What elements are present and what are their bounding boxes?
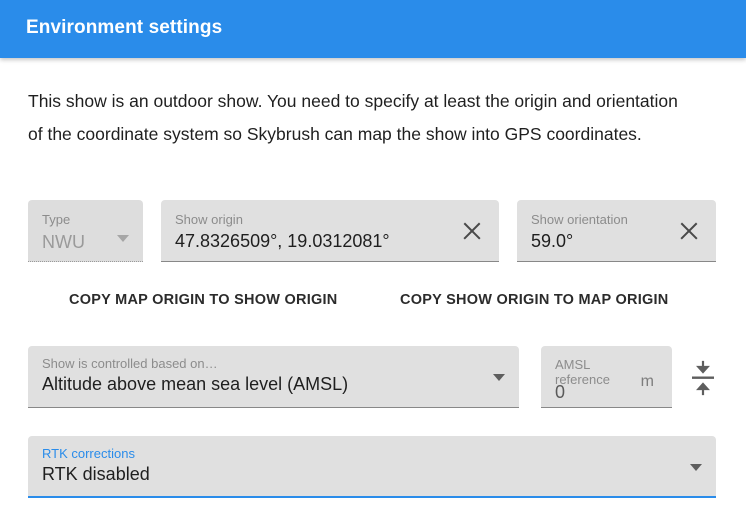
type-value: NWU	[42, 232, 85, 252]
show-orientation-value[interactable]: 59.0°	[531, 231, 573, 252]
vertical-compress-icon	[692, 360, 714, 396]
chevron-down-icon	[117, 235, 129, 242]
amsl-reference-unit: m	[640, 373, 654, 390]
page-title: Environment settings	[26, 17, 223, 38]
rtk-corrections-select[interactable]: RTK corrections RTK disabled	[28, 436, 716, 498]
show-orientation-field[interactable]: Show orientation 59.0°	[517, 200, 716, 262]
vertical-compress-icon-button[interactable]	[686, 358, 720, 398]
dialog-titlebar: Environment settings	[0, 0, 746, 58]
show-origin-value[interactable]: 47.8326509°, 19.0312081°	[175, 231, 390, 252]
altitude-reference-value: Altitude above mean sea level (AMSL)	[42, 374, 349, 394]
altitude-reference-select[interactable]: Show is controlled based on… Altitude ab…	[28, 346, 519, 408]
rtk-corrections-label: RTK corrections	[42, 446, 135, 461]
amsl-reference-label: AMSL reference	[555, 357, 610, 387]
altitude-reference-label: Show is controlled based on…	[42, 356, 218, 371]
type-label: Type	[42, 212, 71, 227]
close-icon[interactable]	[676, 218, 702, 244]
chevron-down-icon[interactable]	[493, 374, 505, 381]
amsl-reference-value[interactable]: 0	[555, 382, 565, 403]
chevron-down-icon[interactable]	[690, 464, 702, 471]
close-icon[interactable]	[459, 218, 485, 244]
amsl-reference-field[interactable]: AMSL reference 0 m	[541, 346, 672, 408]
show-origin-field[interactable]: Show origin 47.8326509°, 19.0312081°	[161, 200, 499, 262]
dialog-content: This show is an outdoor show. You need t…	[0, 58, 746, 532]
copy-show-origin-to-map-origin-button[interactable]: COPY SHOW ORIGIN TO MAP ORIGIN	[400, 292, 669, 308]
show-origin-label: Show origin	[175, 212, 243, 227]
show-orientation-label: Show orientation	[531, 212, 628, 227]
copy-map-origin-to-show-origin-button[interactable]: COPY MAP ORIGIN TO SHOW ORIGIN	[69, 292, 338, 308]
intro-text: This show is an outdoor show. You need t…	[28, 91, 678, 144]
rtk-corrections-value: RTK disabled	[42, 464, 150, 484]
type-select: Type NWU	[28, 200, 143, 262]
